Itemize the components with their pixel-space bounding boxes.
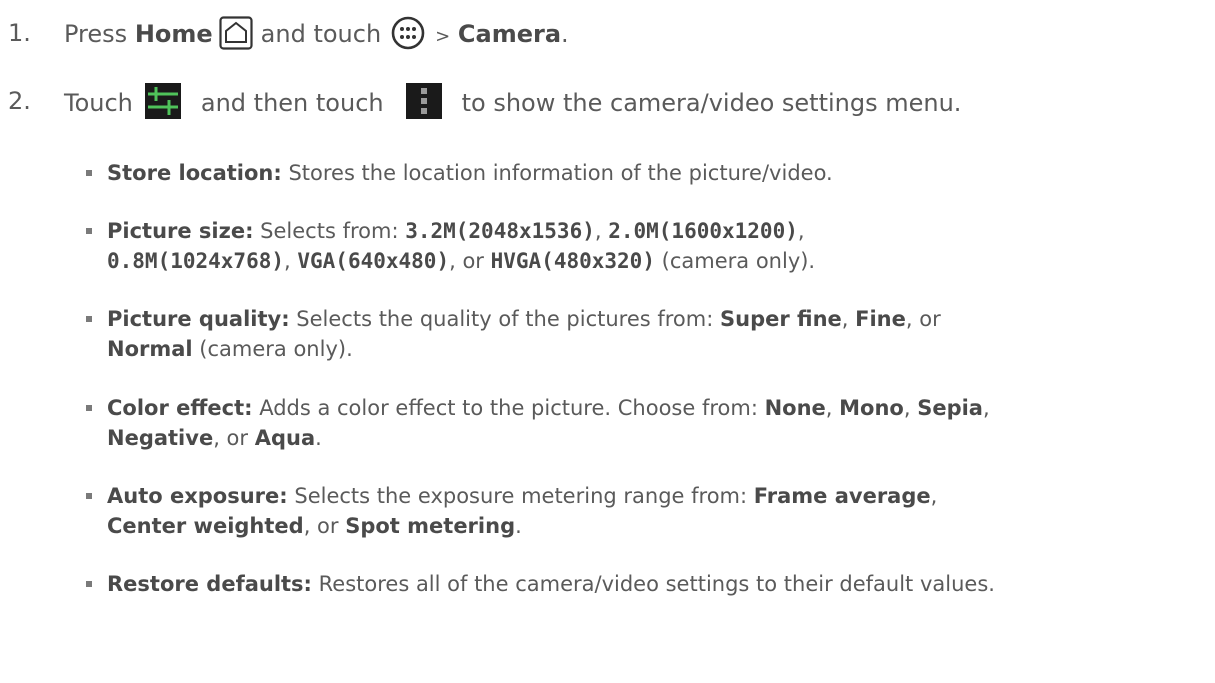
option-value: Normal [107, 337, 193, 361]
option-text: (camera only). [654, 249, 816, 273]
separator: , [903, 396, 918, 420]
option-value: Spot metering [345, 514, 516, 538]
separator: , or [449, 249, 491, 273]
step-number: 2. [8, 87, 31, 115]
option-value: Frame average [753, 484, 931, 508]
option-value: Fine [855, 307, 906, 331]
separator: , [797, 219, 805, 243]
separator: , or [905, 307, 941, 331]
option-label: Auto exposure: [107, 484, 288, 508]
bullet-marker [86, 405, 92, 411]
option-value: 3.2M(2048x1536) [405, 219, 595, 243]
option-label: Picture quality: [107, 307, 290, 331]
bullet-marker [86, 228, 92, 234]
option-value: Aqua [254, 426, 316, 450]
step-word: Press [64, 20, 128, 48]
separator: , [284, 249, 298, 273]
separator: , or [213, 426, 255, 450]
separator: , [841, 307, 856, 331]
step-word: to show the camera/video settings menu. [461, 89, 962, 117]
option-text: (camera only). [192, 337, 353, 361]
menu-icon [405, 83, 442, 119]
option-text: Stores the location information of the p… [281, 161, 833, 185]
bullet-marker [86, 170, 92, 176]
option-value: 0.8M(1024x768) [107, 249, 285, 273]
step-word: and then touch [200, 89, 384, 117]
option-label: Picture size: [107, 219, 254, 243]
option-value: VGA(640x480) [297, 249, 450, 273]
sliders-icon [144, 83, 181, 119]
bullet-marker [86, 493, 92, 499]
option-value: Negative [107, 426, 214, 450]
breadcrumb-separator: > [435, 26, 451, 47]
option-value: HVGA(480x320) [490, 249, 655, 273]
option-label: Restore defaults: [107, 572, 312, 596]
separator: , [594, 219, 609, 243]
option-text: Adds a color effect to the picture. Choo… [252, 396, 765, 420]
option-text: Restores all of the camera/video setting… [311, 572, 995, 596]
camera-label: Camera [457, 20, 562, 48]
bullet-marker [86, 581, 92, 587]
option-text: Selects from: [253, 219, 406, 243]
bullet-marker [86, 316, 92, 322]
separator: , [982, 396, 990, 420]
punctuation: . [561, 20, 569, 48]
step-text: Press Home and touch > Camera. [64, 16, 569, 52]
option-value: 2.0M(1600x1200) [608, 219, 798, 243]
step-word: and touch [260, 20, 382, 48]
option-value: Center weighted [107, 514, 304, 538]
option-value: Sepia [917, 396, 983, 420]
step-number: 1. [8, 19, 31, 47]
apps-icon [391, 16, 425, 50]
separator: , [825, 396, 840, 420]
option-label: Color effect: [107, 396, 253, 420]
option-text: Selects the quality of the pictures from… [289, 307, 720, 331]
punctuation: . [315, 426, 322, 450]
step-text: Touch and then touch to show the camera/vi… [64, 83, 962, 122]
option-value: Mono [839, 396, 904, 420]
separator: , [930, 484, 938, 508]
option-text: Selects the exposure metering range from… [287, 484, 754, 508]
option-label: Store location: [107, 161, 282, 185]
punctuation: . [515, 514, 522, 538]
option-value: Super fine [720, 307, 842, 331]
step-word: Touch [64, 89, 133, 117]
separator: , or [303, 514, 346, 538]
home-label: Home [134, 20, 213, 48]
home-icon [219, 16, 253, 50]
option-value: None [764, 396, 826, 420]
